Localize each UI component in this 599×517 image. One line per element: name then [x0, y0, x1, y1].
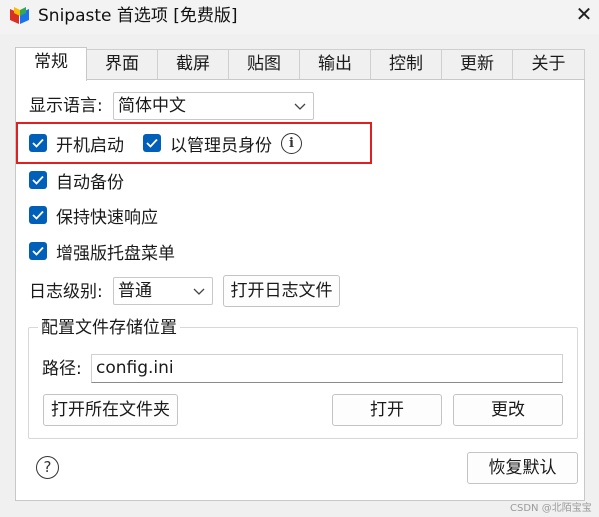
keep-fast-label[interactable]: 保持快速响应 [56, 203, 158, 228]
window-title: Snipaste 首选项 [免费版] [38, 6, 238, 26]
path-field[interactable]: config.ini [91, 354, 563, 383]
title-bar: Snipaste 首选项 [免费版] ✕ [0, 0, 599, 34]
tray-menu-checkbox-row[interactable]: 增强版托盘菜单 [29, 239, 175, 264]
auto-backup-checkbox[interactable] [29, 171, 47, 189]
restore-defaults-button[interactable]: 恢复默认 [467, 452, 578, 484]
tab-bar: 常规 界面 截屏 贴图 输出 控制 更新 关于 [15, 47, 585, 81]
open-log-file-button[interactable]: 打开日志文件 [223, 275, 340, 307]
log-level-select[interactable]: 普通 [113, 277, 213, 305]
chevron-down-icon [193, 279, 205, 314]
tab-update[interactable]: 更新 [441, 49, 513, 80]
tab-control[interactable]: 控制 [370, 49, 442, 80]
help-icon[interactable]: ? [36, 456, 59, 479]
language-select[interactable]: 简体中文 [113, 92, 314, 120]
tab-interface[interactable]: 界面 [86, 49, 158, 80]
keep-fast-checkbox-row[interactable]: 保持快速响应 [29, 203, 158, 228]
log-level-label: 日志级别: [29, 282, 103, 302]
tab-output[interactable]: 输出 [299, 49, 371, 80]
log-level-value: 普通 [118, 281, 152, 301]
highlight-box [16, 122, 372, 164]
tab-paste[interactable]: 贴图 [228, 49, 300, 80]
language-label: 显示语言: [29, 96, 103, 116]
tab-general[interactable]: 常规 [15, 47, 87, 81]
open-containing-folder-button[interactable]: 打开所在文件夹 [43, 394, 178, 426]
keep-fast-checkbox[interactable] [29, 206, 47, 224]
config-location-title: 配置文件存储位置 [38, 316, 180, 340]
tab-about[interactable]: 关于 [512, 49, 585, 80]
path-label: 路径: [42, 359, 82, 379]
tray-menu-checkbox[interactable] [29, 242, 47, 260]
watermark-text: CSDN @北陌宝宝 [510, 503, 592, 514]
change-config-button[interactable]: 更改 [453, 394, 563, 426]
auto-backup-label[interactable]: 自动备份 [56, 168, 124, 193]
tab-screenshot[interactable]: 截屏 [157, 49, 229, 80]
snipaste-logo-icon [10, 7, 29, 24]
language-value: 简体中文 [118, 96, 186, 116]
close-icon[interactable]: ✕ [572, 2, 596, 26]
open-config-button[interactable]: 打开 [332, 394, 442, 426]
auto-backup-checkbox-row[interactable]: 自动备份 [29, 168, 124, 193]
tray-menu-label[interactable]: 增强版托盘菜单 [56, 239, 175, 264]
